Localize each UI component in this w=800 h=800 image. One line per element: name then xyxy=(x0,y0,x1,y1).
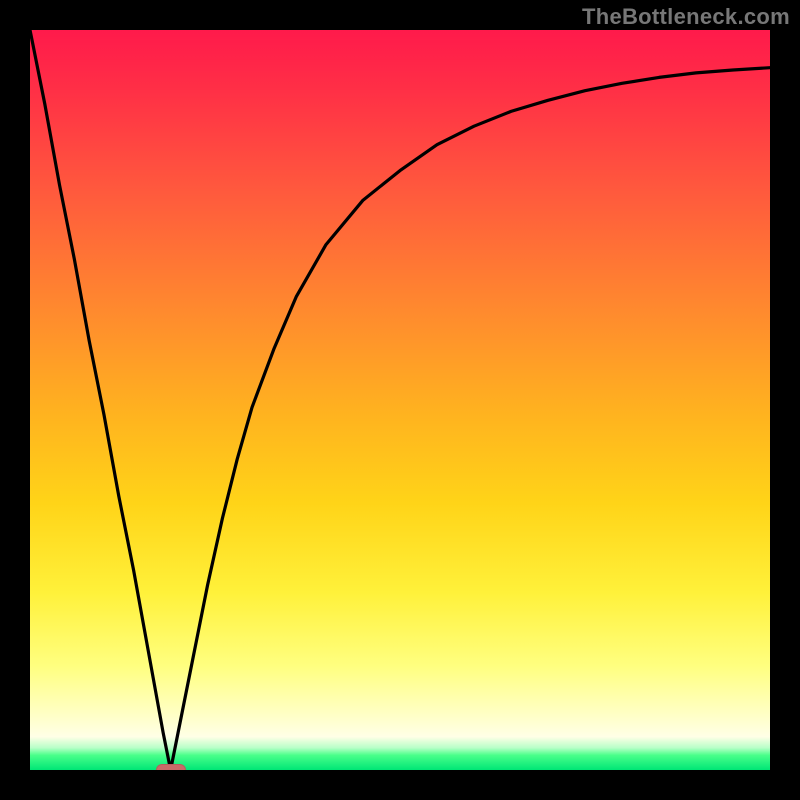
chart-frame: TheBottleneck.com xyxy=(0,0,800,800)
curve-layer xyxy=(30,30,770,770)
optimal-marker xyxy=(156,764,186,770)
bottleneck-curve xyxy=(30,30,770,770)
plot-area xyxy=(30,30,770,770)
watermark-text: TheBottleneck.com xyxy=(582,4,790,30)
